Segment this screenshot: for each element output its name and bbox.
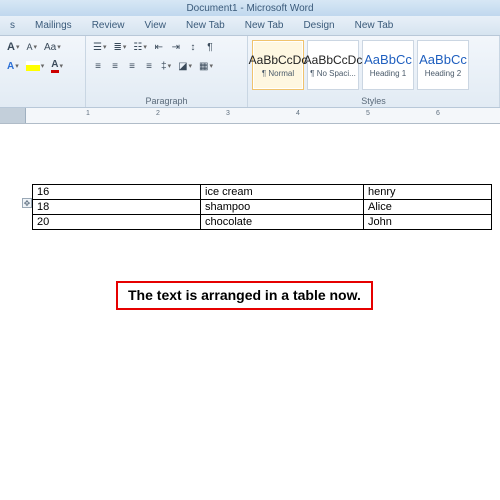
text-effects-button[interactable]: A▾	[4, 57, 22, 75]
table-cell[interactable]: Alice	[364, 200, 492, 215]
chevron-down-icon: ▾	[60, 62, 64, 70]
justify-button[interactable]: ≡	[141, 57, 157, 75]
align-left-button[interactable]: ≡	[90, 57, 106, 75]
effects-icon: A	[7, 61, 14, 72]
group-styles-label: Styles	[252, 96, 495, 107]
chevron-down-icon: ▾	[103, 43, 107, 51]
move-icon: ✥	[24, 199, 31, 208]
bullets-button[interactable]: ☰▾	[90, 38, 109, 56]
ribbon-tabs: s Mailings Review View New Tab New Tab D…	[0, 16, 500, 36]
numbering-button[interactable]: ≣▾	[110, 38, 129, 56]
group-font: A▾ A▾ Aa▾ A▾ ▾ A▾	[0, 36, 86, 107]
table-cell[interactable]: 18	[33, 200, 201, 215]
decrease-indent-button[interactable]: ⇤	[151, 38, 167, 56]
outdent-icon: ⇤	[155, 42, 163, 53]
tab-view[interactable]: View	[134, 16, 176, 35]
justify-icon: ≡	[146, 61, 152, 72]
change-case-button[interactable]: Aa▾	[41, 38, 64, 56]
multilevel-icon: ☷	[133, 42, 142, 53]
document-area[interactable]: ✥ 16 ice cream henry 18 shampoo Alice 20…	[0, 124, 500, 230]
font-color-icon: A	[51, 59, 58, 73]
chevron-down-icon: ▾	[143, 43, 147, 51]
style-heading2[interactable]: AaBbCc Heading 2	[417, 40, 469, 90]
horizontal-ruler[interactable]: 1 2 3 4 5 6	[0, 108, 500, 124]
ribbon: A▾ A▾ Aa▾ A▾ ▾ A▾ ☰▾ ≣▾ ☷▾ ⇤	[0, 36, 500, 108]
tab-partial[interactable]: s	[0, 16, 25, 35]
border-icon: ▦	[199, 61, 208, 72]
ruler-margin	[0, 108, 26, 123]
chevron-down-icon: ▾	[33, 43, 37, 51]
group-paragraph-label: Paragraph	[90, 96, 243, 107]
align-right-icon: ≡	[129, 61, 135, 72]
grow-font-button[interactable]: A▾	[4, 38, 22, 56]
tab-newtab-1[interactable]: New Tab	[176, 16, 235, 35]
style-normal[interactable]: AaBbCcDc ¶ Normal	[252, 40, 304, 90]
font-color-button[interactable]: A▾	[48, 57, 66, 75]
title-bar: Document1 - Microsoft Word	[0, 0, 500, 16]
numbering-icon: ≣	[113, 42, 121, 53]
style-heading1[interactable]: AaBbCc Heading 1	[362, 40, 414, 90]
group-font-label	[4, 96, 81, 107]
highlight-button[interactable]: ▾	[23, 57, 48, 75]
ruler-body: 1 2 3 4 5 6	[26, 108, 500, 123]
document-table[interactable]: 16 ice cream henry 18 shampoo Alice 20 c…	[32, 184, 492, 230]
table-cell[interactable]: henry	[364, 185, 492, 200]
tab-newtab-3[interactable]: New Tab	[345, 16, 404, 35]
chevron-down-icon: ▾	[123, 43, 127, 51]
table-cell[interactable]: 20	[33, 215, 201, 230]
table-row[interactable]: 16 ice cream henry	[33, 185, 492, 200]
window-title: Document1 - Microsoft Word	[186, 3, 313, 14]
chevron-down-icon: ▾	[15, 62, 19, 70]
spacing-icon: ‡	[161, 61, 167, 72]
indent-icon: ⇥	[172, 42, 180, 53]
chevron-down-icon: ▾	[210, 62, 214, 70]
borders-button[interactable]: ▦▾	[196, 57, 216, 75]
multilevel-button[interactable]: ☷▾	[130, 38, 149, 56]
table-cell[interactable]: ice cream	[201, 185, 364, 200]
table-cell[interactable]: John	[364, 215, 492, 230]
bullets-icon: ☰	[93, 42, 102, 53]
table-cell[interactable]: shampoo	[201, 200, 364, 215]
bucket-icon: ◪	[178, 61, 187, 72]
increase-indent-button[interactable]: ⇥	[168, 38, 184, 56]
chevron-down-icon: ▾	[57, 43, 61, 51]
sort-button[interactable]: ↕	[185, 38, 201, 56]
chevron-down-icon: ▾	[189, 62, 193, 70]
style-no-spacing[interactable]: AaBbCcDc ¶ No Spaci...	[307, 40, 359, 90]
tab-review[interactable]: Review	[82, 16, 135, 35]
case-icon: Aa	[44, 42, 56, 53]
table-move-handle[interactable]: ✥	[22, 198, 32, 208]
align-center-button[interactable]: ≡	[107, 57, 123, 75]
align-center-icon: ≡	[112, 61, 118, 72]
align-right-button[interactable]: ≡	[124, 57, 140, 75]
tab-mailings[interactable]: Mailings	[25, 16, 82, 35]
line-spacing-button[interactable]: ‡▾	[158, 57, 174, 75]
align-left-icon: ≡	[95, 61, 101, 72]
table-row[interactable]: 18 shampoo Alice	[33, 200, 492, 215]
tab-newtab-2[interactable]: New Tab	[235, 16, 294, 35]
group-paragraph: ☰▾ ≣▾ ☷▾ ⇤ ⇥ ↕ ¶ ≡ ≡ ≡ ≡ ‡▾ ◪▾ ▦▾	[86, 36, 248, 107]
chevron-down-icon: ▾	[41, 62, 45, 70]
chevron-down-icon: ▾	[16, 43, 20, 51]
group-styles: AaBbCcDc ¶ Normal AaBbCcDc ¶ No Spaci...…	[248, 36, 500, 107]
sort-icon: ↕	[190, 42, 195, 53]
pilcrow-icon: ¶	[207, 42, 212, 53]
chevron-down-icon: ▾	[168, 62, 172, 70]
annotation-callout: The text is arranged in a table now.	[116, 281, 373, 310]
table-cell[interactable]: 16	[33, 185, 201, 200]
show-marks-button[interactable]: ¶	[202, 38, 218, 56]
tab-design[interactable]: Design	[293, 16, 344, 35]
shrink-font-button[interactable]: A▾	[23, 38, 40, 56]
shading-button[interactable]: ◪▾	[175, 57, 195, 75]
table-cell[interactable]: chocolate	[201, 215, 364, 230]
highlight-icon	[26, 61, 40, 71]
table-row[interactable]: 20 chocolate John	[33, 215, 492, 230]
